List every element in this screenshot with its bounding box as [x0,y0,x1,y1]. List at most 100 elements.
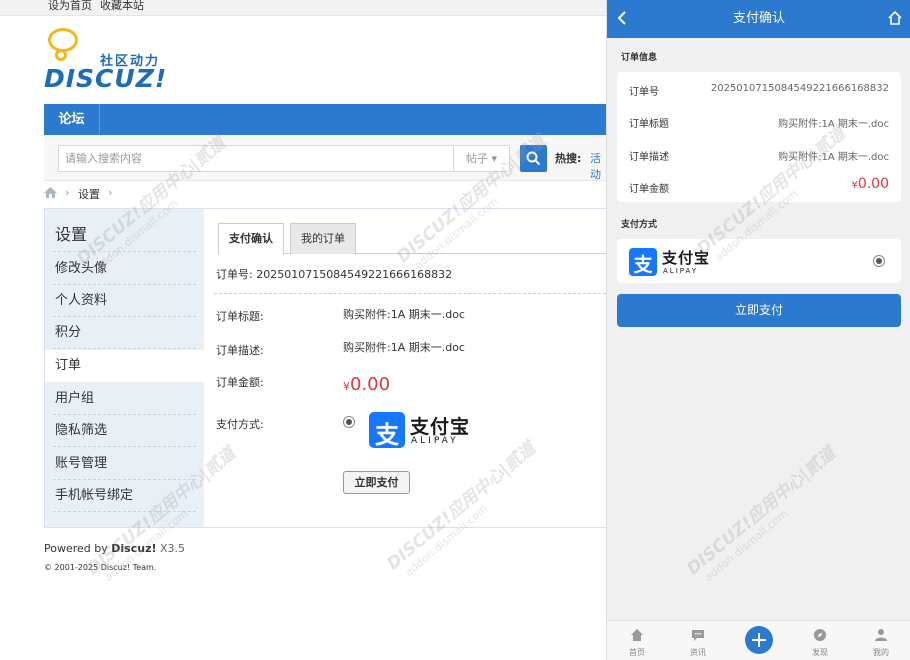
main-nav: 论坛 [44,104,606,135]
top-bar: 设为首页 收藏本站 [0,0,606,16]
tab-my-orders[interactable]: 我的订单 [290,223,356,254]
alipay-radio[interactable] [343,416,355,428]
sidebar-item-phone-binding[interactable]: 手机帐号绑定 [45,480,205,512]
powered-by-brand[interactable]: Discuz! [111,542,156,555]
breadcrumb-separator: › [108,186,113,199]
sidebar-title: 设置 [55,225,88,244]
screen: 设为首页 收藏本站 社区动力 DISCUZ! 论坛 请输入搜索内容 帖子 ▾ 热… [0,0,910,660]
set-home-link[interactable]: 设为首页 [48,0,92,12]
alipay-radio[interactable] [873,255,885,267]
mobile-preview: 支付确认 订单信息 订单号 20250107150845492216661688… [606,0,910,660]
tab-payment-confirm[interactable]: 支付确认 [218,223,284,255]
tab-bar: 支付确认 我的订单 [218,223,606,255]
pay-method-title: 支付方式 [621,220,658,230]
order-amount-label: 订单金额 [629,184,669,195]
pay-method-label: 支付方式: [216,418,264,431]
logo-bubble-icon [48,28,78,61]
tab-label: 我的 [873,648,889,657]
plus-icon[interactable] [745,626,773,654]
search-type-select[interactable]: 帖子 ▾ [454,145,510,172]
powered-by-text: Powered by [44,542,112,555]
order-desc-value: 购买附件:1A 期末一.doc [778,152,889,163]
order-amount-value: 0.00 [350,374,391,395]
mobile-header: 支付确认 [607,0,910,38]
sidebar-item-label: 积分 [55,325,82,340]
order-number-label: 订单号 [629,87,659,98]
mobile-page-title: 支付确认 [732,11,785,26]
order-title-value: 购买附件:1A 期末一.doc [343,308,465,321]
order-amount-label: 订单金额: [216,376,264,389]
sidebar-item-label: 个人资料 [55,293,108,308]
logo-brand: DISCUZ! [44,64,168,93]
alipay-icon: 支 [369,412,405,449]
order-panel: 支付确认 我的订单 订单号: 2025010715084549221666168… [204,208,606,528]
order-amount-value: 0.00 [857,176,889,192]
alipay-icon: 支 [629,248,657,276]
search-button[interactable] [520,145,547,172]
sidebar-item-label: 订单 [55,358,82,373]
pay-now-button[interactable]: 立即支付 [343,471,410,494]
sidebar-item-orders[interactable]: 订单 [45,350,205,382]
alipay-logo: 支 支付宝 ALIPAY [369,412,479,450]
home-icon[interactable] [887,10,903,26]
sidebar-item-avatar[interactable]: 修改头像 [45,253,205,285]
pay-method-card[interactable]: 支 支付宝 ALIPAY [617,239,901,283]
order-number-value: 2025010715084549221666168832 [710,83,889,94]
tab-discover[interactable]: 发现 [800,625,840,659]
order-info-card: 订单号 2025010715084549221666168832 订单标题 购买… [617,72,901,202]
breadcrumb-separator: › [65,186,70,199]
search-icon [526,151,541,166]
sidebar-item-label: 手机帐号绑定 [55,488,134,503]
search-bar: 请输入搜索内容 帖子 ▾ 热搜: 活动 [44,135,606,181]
alipay-name: 支付宝 [410,416,471,438]
search-input[interactable]: 请输入搜索内容 [58,145,454,172]
copyright: © 2001-2025 Discuz! Team. [44,563,157,572]
hot-search-link[interactable]: 活动 [590,150,606,182]
alipay-name-en: ALIPAY [663,267,699,275]
sidebar-item-account[interactable]: 账号管理 [45,448,205,480]
sidebar-item-usergroup[interactable]: 用户组 [45,383,205,415]
tab-news[interactable]: 资讯 [678,625,718,659]
sidebar-item-credits[interactable]: 积分 [45,317,205,349]
settings-sidebar: 设置 修改头像 个人资料 积分 订单 用户组 隐私筛选 账号管理 手机帐号绑定 [44,208,205,528]
tab-label: 首页 [629,648,645,657]
currency-symbol: ¥ [343,380,350,393]
alipay-name-en: ALIPAY [411,436,459,446]
home-icon[interactable] [44,187,57,198]
order-info-title: 订单信息 [621,53,658,63]
order-desc-label: 订单描述: [216,344,264,357]
sidebar-item-profile[interactable]: 个人资料 [45,285,205,317]
alipay-logo: 支 支付宝 ALIPAY [629,248,719,276]
order-amount: ¥0.00 [851,176,889,192]
sidebar-item-privacy[interactable]: 隐私筛选 [45,415,205,447]
order-amount: ¥0.00 [343,374,390,395]
order-title-label: 订单标题 [629,119,669,130]
order-title-value: 购买附件:1A 期末一.doc [778,119,889,130]
order-title-label: 订单标题: [216,310,264,323]
tab-label: 发现 [812,648,828,657]
hot-search-label: 热搜: [555,152,582,165]
order-desc-value: 购买附件:1A 期末一.doc [343,341,465,354]
home-icon [631,629,643,641]
nav-item-forum[interactable]: 论坛 [44,104,100,135]
back-icon[interactable] [617,10,627,26]
sidebar-item-label: 用户组 [55,391,95,406]
chat-icon [692,630,704,641]
sidebar-item-label: 隐私筛选 [55,423,108,438]
mobile-tab-bar: 首页 资讯 发现 我的 [607,620,910,660]
sidebar-item-label: 账号管理 [55,456,108,471]
order-number: 订单号: 2025010715084549221666168832 [216,268,453,281]
version-text: X3.5 [156,542,186,555]
compass-icon [814,629,826,641]
tab-mine[interactable]: 我的 [861,625,901,659]
sidebar-item-label: 修改头像 [55,261,108,276]
search-type-label: 帖子 [465,152,488,165]
powered-by: Powered by Discuz! X3.5 [44,542,185,555]
user-icon [875,629,887,641]
divider [214,293,606,294]
bookmark-link[interactable]: 收藏本站 [100,0,144,12]
alipay-name: 支付宝 [662,249,711,267]
site-logo[interactable]: 社区动力 DISCUZ! [44,28,174,93]
pay-now-button[interactable]: 立即支付 [617,294,901,327]
tab-home[interactable]: 首页 [617,625,657,659]
